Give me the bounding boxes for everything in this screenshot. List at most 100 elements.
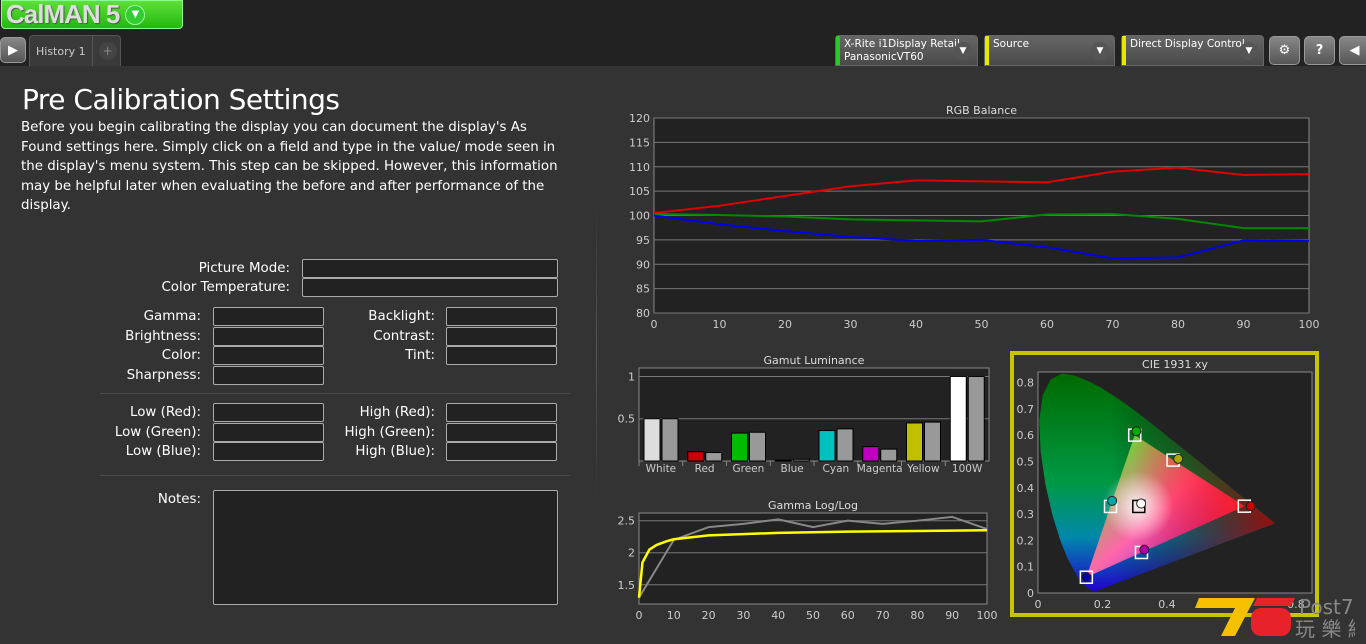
picture-mode-label: Picture Mode: [198,261,290,276]
x-tick-label: 40 [771,609,785,622]
device-meter-selector[interactable]: X-Rite i1Display Retail PanasonicVT60 ▼ [835,35,978,66]
y-tick-label: 80 [636,307,650,320]
x-tick-label: Yellow [906,463,940,475]
x-tick-label: 0.4 [1158,598,1176,611]
x-tick-label: White [646,463,677,475]
measured-bar [749,431,766,462]
triangle-right-icon: ▶ [8,42,18,58]
gamma-label: Gamma: [143,309,201,324]
target-bar [906,422,923,462]
help-button[interactable]: ? [1304,36,1335,65]
x-tick-label: 60 [1040,318,1054,331]
tint-field[interactable] [446,346,557,365]
gamut-luminance-chart: Gamut Luminance 0.5 1 White Red Green Blue Cyan… [618,354,990,475]
low-green-field[interactable] [213,422,324,442]
tab-label: History 1 [30,36,93,66]
x-tick-label: Blue [781,463,804,475]
brightness-field[interactable] [213,326,324,346]
x-tick-label: 10 [667,609,681,622]
x-tick-label: 0 [1035,598,1042,611]
target-bar [774,459,792,462]
y-tick-label: 120 [629,112,650,125]
y-tick-label: 95 [636,234,650,247]
device-source-selector[interactable]: Source ▼ [984,35,1115,66]
tint-label: Tint: [405,348,435,363]
sharpness-field[interactable] [213,365,324,385]
x-tick-label: 100 [1299,318,1320,331]
high-blue-field[interactable] [446,442,557,461]
gear-icon: ⚙ [1278,43,1291,58]
y-tick-label: 2 [628,547,635,560]
backlight-field[interactable] [446,307,557,326]
x-tick-label: 70 [1106,318,1120,331]
nav-forward-button[interactable]: ▶ [0,37,26,63]
contrast-label: Contrast: [373,328,435,344]
target-bar [687,451,705,462]
cie-chart: CIE 1931 xy 0 0.2 0.4 0.6 0.8 0 0.1 0.2 0.3 0.4 0.5… [1017,358,1313,611]
divider [596,200,597,500]
x-tick-label: 80 [910,609,924,622]
low-green-label: Low (Green): [114,424,201,440]
divider [100,475,570,476]
gamma-field[interactable] [213,307,324,326]
x-tick-label: Green [732,463,764,475]
collapse-button[interactable]: ◀ [1339,36,1366,65]
low-blue-field[interactable] [213,442,324,461]
chevron-down-icon[interactable]: ▼ [1091,42,1109,60]
calman-logo-menu[interactable]: CalMAN 5 ▼ [1,0,183,29]
add-tab-button[interactable]: + [98,42,117,60]
svg-text:玩 樂 網: 玩 樂 網 [1295,617,1355,640]
y-tick-label: 0.2 [1017,534,1035,547]
y-tick-label: 0.8 [1017,377,1035,390]
target-bar [818,430,836,462]
target-bar [643,418,661,462]
status-indicator [1122,36,1126,65]
measured-point [1107,495,1118,506]
y-tick-label: 90 [636,258,650,271]
high-red-label: High (Red): [359,405,435,420]
tab-history-1[interactable]: History 1 + [29,35,121,66]
color-temperature-label: Color Temperature: [161,280,290,295]
chevron-down-icon[interactable]: ▼ [125,4,146,25]
notes-field[interactable] [213,490,558,605]
x-tick-label: 0 [651,318,658,331]
x-tick-label: 50 [975,318,989,331]
y-tick-label: 110 [629,161,650,174]
target-bar [731,432,748,462]
y-tick-label: 0.4 [1017,482,1035,495]
intro-text: Before you begin calibrating the display… [21,120,558,213]
color-label: Color: [161,348,201,363]
x-tick-label: 40 [909,318,923,331]
contrast-field[interactable] [446,326,557,346]
sharpness-label: Sharpness: [126,367,201,383]
x-tick-label: Cyan [823,463,850,475]
y-tick-label: 1 [628,370,635,383]
y-tick-label: 115 [629,136,650,149]
color-temperature-field[interactable] [302,278,558,297]
low-red-field[interactable] [213,403,324,422]
gamma-chart: Gamma Log/Log 1.5 2 2.5 0 10 20 30 40 50 60 70 80 90 1… [618,499,998,622]
measured-point [1139,544,1150,555]
low-red-label: Low (Red): [129,405,201,420]
y-tick-label: 2.5 [618,515,636,528]
chart-title: Gamma Log/Log [768,499,858,512]
device-display-control-selector[interactable]: Direct Display Control ▼ [1121,35,1264,66]
chevron-down-icon[interactable]: ▼ [1240,42,1258,60]
measured-bar [705,452,723,462]
rgb-balance-chart: RGB Balance 80 85 90 95 100 105 110 115 120 0 10 20 3… [629,104,1320,331]
measured-bar [792,458,810,462]
high-green-label: High (Green): [344,424,435,440]
y-tick-label: 0 [1027,587,1034,600]
y-tick-label: 85 [636,283,650,296]
high-red-field[interactable] [446,403,557,422]
chevron-down-icon[interactable]: ▼ [954,42,972,60]
picture-mode-field[interactable] [302,259,558,278]
y-tick-label: 100 [629,210,650,223]
measured-bar [924,421,941,462]
color-field[interactable] [213,346,324,365]
y-tick-label: 0.7 [1017,403,1035,416]
high-green-field[interactable] [446,422,557,442]
low-blue-label: Low (Blue): [125,444,201,459]
x-tick-label: 20 [778,318,792,331]
settings-button[interactable]: ⚙ [1269,36,1300,65]
